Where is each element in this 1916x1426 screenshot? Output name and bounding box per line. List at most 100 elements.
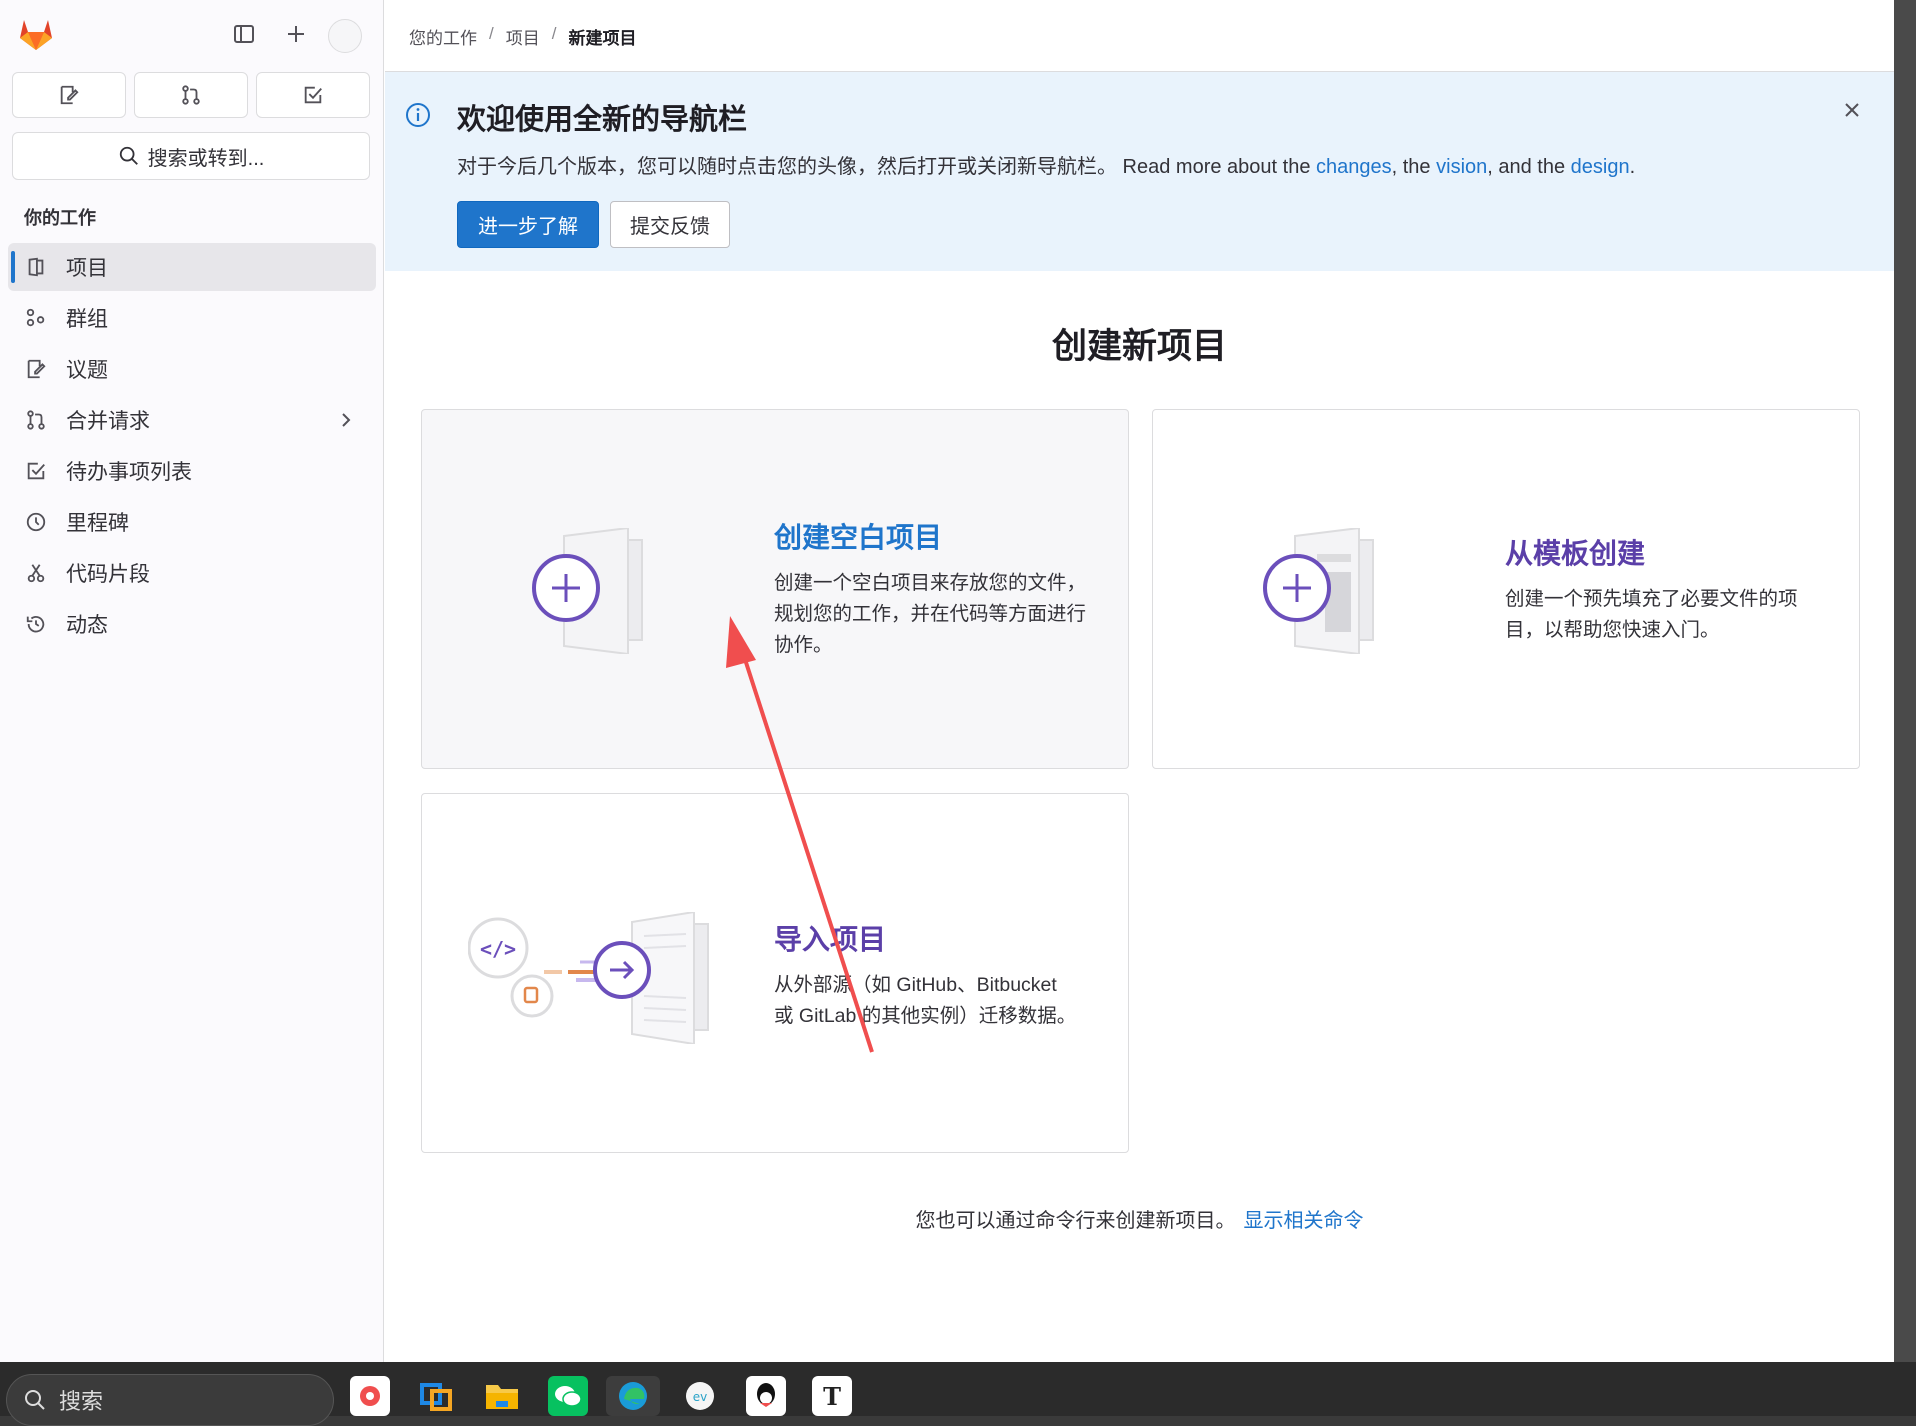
breadcrumb-separator: /	[489, 24, 494, 43]
wechat-icon[interactable]	[548, 1376, 588, 1416]
sidebar-item-projects[interactable]: 项目	[8, 243, 376, 291]
design-link[interactable]: design	[1571, 156, 1630, 178]
blank-project-illustration-icon	[532, 528, 643, 654]
breadcrumb-separator: /	[551, 24, 557, 43]
issues-quick-button[interactable]	[12, 72, 126, 118]
issues-icon	[60, 85, 79, 105]
card-description-line: 创建一个预先填充了必要文件的项	[1505, 588, 1798, 610]
window-edge	[1894, 0, 1916, 1362]
svg-text:T: T	[823, 1382, 841, 1410]
nav-list: 项目 群组 议题 合并请求 待办事项列表 里程碑 代码片段 动态	[8, 243, 376, 651]
card-title: 从模板创建	[1505, 538, 1646, 569]
app-icon-1[interactable]	[350, 1376, 390, 1416]
breadcrumb-your-work[interactable]: 您的工作	[409, 24, 477, 49]
history-icon	[24, 612, 48, 636]
vision-link[interactable]: vision	[1436, 156, 1487, 178]
search-icon	[25, 1390, 45, 1410]
search-icon	[119, 146, 138, 165]
sidebar-item-label: 群组	[66, 308, 108, 331]
learn-more-button[interactable]: 进一步了解	[457, 201, 599, 248]
avatar[interactable]	[328, 19, 362, 53]
qq-icon[interactable]	[746, 1376, 786, 1416]
taskbar: 搜索 ev T	[0, 1362, 1916, 1426]
todo-quick-button[interactable]	[256, 72, 370, 118]
edge-browser-icon[interactable]	[606, 1376, 660, 1416]
sidebar: 搜索或转到... 你的工作 项目 群组 议题 合并请求 待办事项列表 里程碑 代…	[0, 0, 384, 1362]
search-button[interactable]: 搜索或转到...	[12, 132, 370, 180]
taskbar-search-placeholder: 搜索	[59, 1389, 104, 1414]
breadcrumb-current: 新建项目	[568, 29, 637, 48]
template-illustration-icon	[1263, 528, 1374, 654]
card-title: 导入项目	[774, 924, 887, 955]
app-icon-ev[interactable]: ev	[680, 1376, 720, 1416]
sidebar-item-todo[interactable]: 待办事项列表	[8, 447, 376, 495]
create-blank-project-card[interactable]: 创建空白项目 创建一个空白项目来存放您的文件， 规划您的工作，并在代码等方面进行…	[421, 409, 1129, 769]
sidebar-item-label: 合并请求	[66, 410, 150, 433]
sidebar-item-label: 里程碑	[66, 512, 129, 535]
chevron-right-icon	[342, 413, 351, 427]
breadcrumb: 您的工作 / 项目 / 新建项目	[409, 24, 636, 49]
merge-requests-quick-button[interactable]	[134, 72, 248, 118]
banner-title: 欢迎使用全新的导航栏	[457, 104, 748, 136]
project-icon	[24, 255, 48, 279]
sidebar-item-merge-requests[interactable]: 合并请求	[8, 396, 376, 444]
banner-text-end: .	[1629, 156, 1636, 178]
card-description-line: 规划您的工作，并在代码等方面进行	[774, 603, 1087, 625]
feedback-button[interactable]: 提交反馈	[610, 201, 730, 248]
card-description-line: 协作。	[774, 634, 833, 656]
card-description-line: 创建一个空白项目来存放您的文件，	[774, 572, 1087, 594]
section-label: 你的工作	[24, 208, 96, 228]
card-description-line: 目，以帮助您快速入门。	[1505, 619, 1720, 641]
page-title: 创建新项目	[1051, 327, 1227, 366]
info-icon	[406, 103, 430, 127]
search-label: 搜索或转到...	[147, 147, 265, 170]
todo-icon	[24, 459, 48, 483]
app-window: 搜索或转到... 你的工作 项目 群组 议题 合并请求 待办事项列表 里程碑 代…	[0, 0, 1894, 1362]
banner-text: 对于今后几个版本，您可以随时点击您的头像，然后打开或关闭新导航栏。 Read m…	[457, 150, 1635, 179]
show-commands-link[interactable]: 显示相关命令	[1244, 1210, 1364, 1232]
plus-icon[interactable]	[280, 18, 312, 50]
new-navigation-banner: 欢迎使用全新的导航栏 对于今后几个版本，您可以随时点击您的头像，然后打开或关闭新…	[385, 71, 1894, 271]
merge-request-icon	[24, 408, 48, 432]
sidebar-item-groups[interactable]: 群组	[8, 294, 376, 342]
card-description: 创建一个预先填充了必要文件的项 目，以帮助您快速入门。	[1505, 584, 1798, 646]
file-explorer-icon[interactable]	[482, 1376, 522, 1416]
sidebar-item-issues[interactable]: 议题	[8, 345, 376, 393]
main-content: 您的工作 / 项目 / 新建项目 欢迎使用全新的导航栏 对于今后几个版本，您可以…	[385, 0, 1894, 1362]
sidebar-item-activity[interactable]: 动态	[8, 600, 376, 648]
sidebar-item-milestones[interactable]: 里程碑	[8, 498, 376, 546]
cli-note: 您也可以通过命令行来创建新项目。 显示相关命令	[385, 1204, 1894, 1233]
import-project-card[interactable]: </> 导入项目 从外部源（如 GitHub、Bitbucket 或 GitLa…	[421, 793, 1129, 1153]
import-project-illustration-icon: </>	[468, 912, 709, 1044]
changes-link[interactable]: changes	[1316, 156, 1392, 178]
card-description: 创建一个空白项目来存放您的文件， 规划您的工作，并在代码等方面进行 协作。	[774, 568, 1086, 661]
merge-request-icon	[182, 85, 200, 105]
group-icon	[24, 306, 48, 330]
banner-text-sep: , the	[1391, 156, 1437, 178]
cli-note-text: 您也可以通过命令行来创建新项目。	[915, 1210, 1236, 1232]
card-description: 从外部源（如 GitHub、Bitbucket 或 GitLab 的其他实例）迁…	[774, 970, 1076, 1032]
svg-text:ev: ev	[693, 1390, 707, 1404]
sidebar-item-snippets[interactable]: 代码片段	[8, 549, 376, 597]
sidebar-item-label: 项目	[66, 257, 108, 280]
sidebar-item-label: 议题	[66, 359, 108, 382]
sidebar-item-label: 代码片段	[66, 563, 150, 586]
svg-text:</>: </>	[480, 937, 516, 961]
close-icon[interactable]	[1838, 96, 1866, 124]
sidebar-toggle-icon[interactable]	[228, 18, 260, 50]
create-from-template-card[interactable]: 从模板创建 创建一个预先填充了必要文件的项 目，以帮助您快速入门。	[1152, 409, 1860, 769]
sidebar-item-label: 待办事项列表	[66, 461, 192, 484]
issues-icon	[24, 357, 48, 381]
card-title: 创建空白项目	[774, 522, 943, 553]
app-icon-2[interactable]	[416, 1376, 456, 1416]
typora-icon[interactable]: T	[812, 1376, 852, 1416]
snippet-icon	[24, 561, 48, 585]
banner-text-sep: , and the	[1487, 156, 1571, 178]
milestone-icon	[24, 510, 48, 534]
gitlab-logo-icon[interactable]	[16, 14, 56, 54]
taskbar-search[interactable]: 搜索	[6, 1374, 334, 1426]
card-description-line: 或 GitLab 的其他实例）迁移数据。	[774, 1005, 1077, 1027]
sidebar-item-label: 动态	[66, 614, 108, 637]
card-description-line: 从外部源（如 GitHub、Bitbucket	[774, 974, 1057, 996]
breadcrumb-projects[interactable]: 项目	[506, 24, 540, 49]
